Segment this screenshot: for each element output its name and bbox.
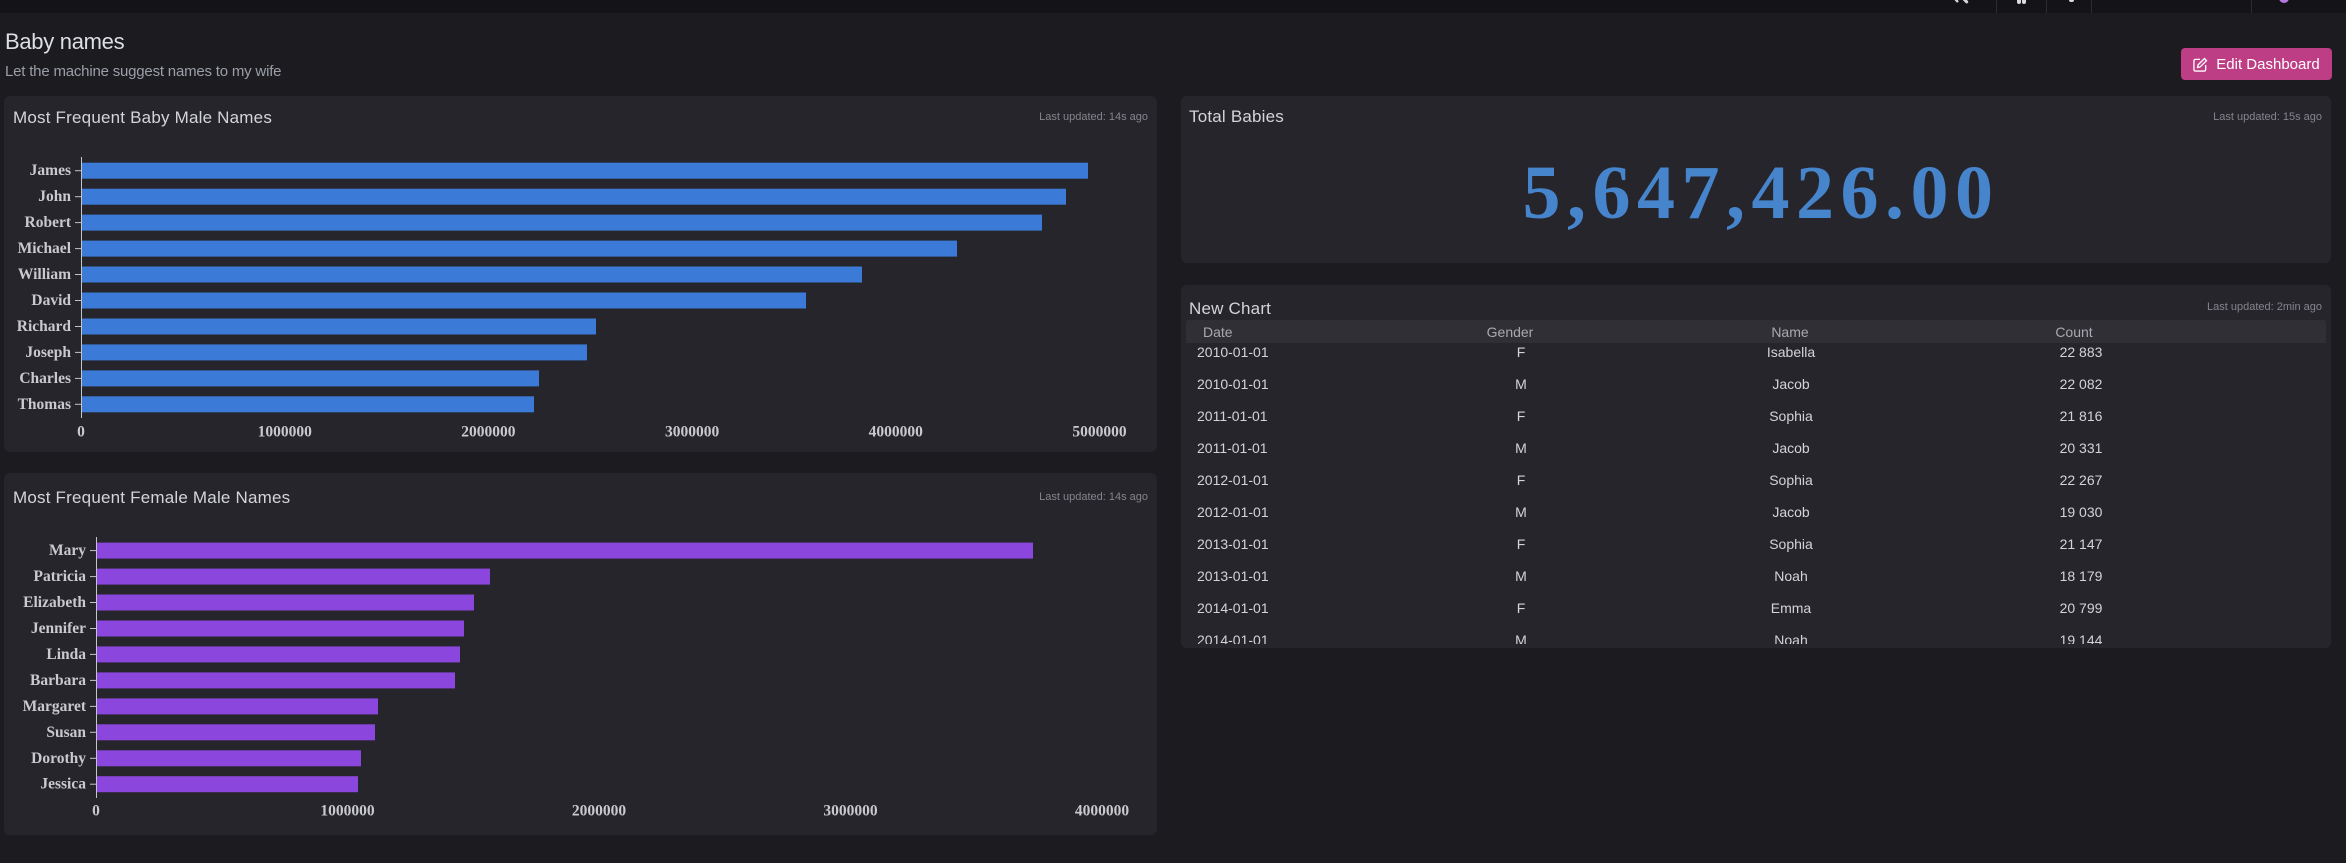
svg-text:2000000: 2000000 xyxy=(572,803,627,820)
svg-text:Jennifer: Jennifer xyxy=(31,620,86,637)
svg-text:Patricia: Patricia xyxy=(33,568,86,585)
svg-text:3000000: 3000000 xyxy=(665,424,720,441)
svg-text:Michael: Michael xyxy=(18,240,72,257)
svg-text:Richard: Richard xyxy=(17,318,72,335)
svg-text:Joseph: Joseph xyxy=(25,344,71,361)
svg-text:Barbara: Barbara xyxy=(30,672,86,689)
svg-text:Margaret: Margaret xyxy=(23,698,87,715)
svg-text:Jessica: Jessica xyxy=(40,776,86,793)
svg-text:Charles: Charles xyxy=(19,370,71,387)
svg-text:James: James xyxy=(30,162,71,179)
svg-text:Dorothy: Dorothy xyxy=(31,750,86,767)
svg-text:5000000: 5000000 xyxy=(1072,424,1127,441)
svg-text:Linda: Linda xyxy=(46,646,86,663)
svg-text:David: David xyxy=(31,292,71,309)
svg-text:John: John xyxy=(38,188,71,205)
svg-text:Mary: Mary xyxy=(49,542,86,559)
svg-text:0: 0 xyxy=(92,803,100,820)
svg-text:William: William xyxy=(18,266,71,283)
svg-text:Thomas: Thomas xyxy=(18,396,71,413)
svg-text:3000000: 3000000 xyxy=(823,803,878,820)
svg-text:1000000: 1000000 xyxy=(320,803,375,820)
svg-text:0: 0 xyxy=(77,424,85,441)
svg-text:4000000: 4000000 xyxy=(1075,803,1130,820)
svg-text:Elizabeth: Elizabeth xyxy=(23,594,86,611)
svg-text:2000000: 2000000 xyxy=(461,424,516,441)
svg-text:Susan: Susan xyxy=(46,724,86,741)
svg-text:1000000: 1000000 xyxy=(258,424,313,441)
svg-text:Robert: Robert xyxy=(25,214,72,231)
svg-text:4000000: 4000000 xyxy=(869,424,924,441)
